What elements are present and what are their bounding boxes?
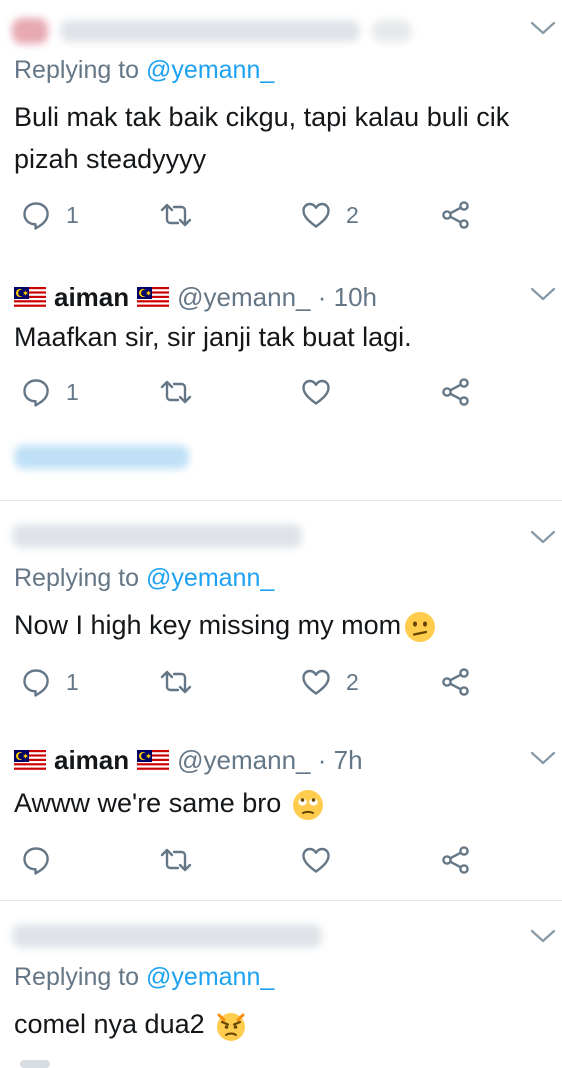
retweet-button[interactable] — [158, 844, 194, 876]
replying-to: Replying to @yemann_ — [14, 56, 274, 85]
share-button[interactable] — [440, 376, 472, 408]
partial-action-row — [20, 1060, 50, 1068]
angry-face-emoji-icon — [217, 1012, 246, 1041]
retweet-icon — [158, 376, 194, 408]
blurred-author-name — [60, 20, 360, 42]
blurred-author-name — [12, 524, 302, 548]
share-button[interactable] — [440, 666, 472, 698]
reply-count: 1 — [66, 201, 79, 228]
tweet-text: Awww we're same bro — [14, 782, 325, 824]
replying-prefix: Replying to — [14, 963, 140, 991]
chevron-down-icon[interactable] — [530, 926, 556, 946]
reply-count: 1 — [66, 668, 79, 695]
retweet-button[interactable] — [158, 199, 194, 231]
retweet-icon — [158, 199, 194, 231]
like-button[interactable] — [300, 376, 332, 408]
like-count: 2 — [346, 668, 359, 695]
malaysia-flag-icon — [137, 287, 169, 309]
replying-handle-link[interactable]: @yemann_ — [146, 963, 274, 991]
like-count: 2 — [346, 201, 359, 228]
heart-icon — [300, 376, 332, 408]
replying-handle-link[interactable]: @yemann_ — [146, 564, 274, 592]
replying-prefix: Replying to — [14, 56, 140, 84]
malaysia-flag-icon — [14, 750, 46, 772]
reply-icon — [20, 844, 52, 876]
reply-button[interactable]: 1 — [20, 199, 79, 231]
reply-icon — [20, 666, 52, 698]
blurred-show-replies-link[interactable] — [14, 445, 189, 469]
chevron-down-icon[interactable] — [530, 527, 556, 547]
share-button[interactable] — [440, 844, 472, 876]
retweet-button[interactable] — [158, 376, 194, 408]
malaysia-flag-icon — [137, 750, 169, 772]
share-icon — [440, 376, 472, 408]
tweet-header: aiman @yemann_ · 10h — [14, 282, 377, 313]
author-name[interactable]: aiman — [54, 282, 129, 313]
tweet-text: Now I high key missing my mom — [14, 604, 437, 646]
share-icon — [440, 844, 472, 876]
reply-icon — [20, 376, 52, 408]
blurred-author-avatar — [12, 18, 48, 44]
retweet-icon — [158, 844, 194, 876]
tweet-text: Maafkan sir, sir janji tak buat lagi. — [14, 316, 412, 358]
reply-button[interactable]: 1 — [20, 666, 79, 698]
share-icon — [440, 666, 472, 698]
retweet-icon — [158, 666, 194, 698]
tweet-text-line-1: Maafkan sir, sir janji tak buat lagi. — [14, 322, 412, 352]
reply-button[interactable]: 1 — [20, 376, 79, 408]
tweet-text: Buli mak tak baik cikgu, tapi kalau buli… — [14, 96, 509, 180]
tweet-text-line-1: Buli mak tak baik cikgu, tapi kalau buli… — [14, 102, 510, 132]
share-icon — [440, 199, 472, 231]
eye-roll-emoji-icon — [292, 789, 323, 820]
heart-icon — [300, 844, 332, 876]
heart-icon — [300, 199, 332, 231]
replying-to: Replying to @yemann_ — [14, 963, 274, 992]
chevron-down-icon[interactable] — [530, 284, 556, 304]
chevron-down-icon[interactable] — [530, 18, 556, 38]
tweet-text-line-1: Now I high key missing my mom — [14, 610, 402, 640]
like-button[interactable] — [300, 844, 332, 876]
reply-button[interactable] — [20, 844, 52, 876]
like-button[interactable]: 2 — [300, 666, 359, 698]
share-button[interactable] — [440, 199, 472, 231]
confused-face-emoji-icon — [405, 611, 436, 642]
thread-divider — [0, 500, 562, 501]
tweet-text-line-1: Awww we're same bro — [14, 788, 282, 818]
author-handle-time: @yemann_ · 7h — [177, 745, 363, 775]
tweet-text-line-2: pizah steadyyyy — [14, 144, 207, 174]
tweet-header: aiman @yemann_ · 7h — [14, 745, 363, 776]
replying-prefix: Replying to — [14, 564, 140, 592]
tweet-text: comel nya dua2 — [14, 1003, 248, 1045]
blurred-timestamp — [372, 20, 412, 42]
replying-handle-link[interactable]: @yemann_ — [146, 56, 274, 84]
heart-icon — [300, 666, 332, 698]
author-handle-time: @yemann_ · 10h — [177, 282, 377, 312]
like-button[interactable]: 2 — [300, 199, 359, 231]
thread-divider — [0, 900, 562, 901]
reply-count: 1 — [66, 378, 79, 405]
retweet-button[interactable] — [158, 666, 194, 698]
chevron-down-icon[interactable] — [530, 748, 556, 768]
author-name[interactable]: aiman — [54, 745, 129, 776]
malaysia-flag-icon — [14, 287, 46, 309]
blurred-author-name — [12, 924, 322, 948]
replying-to: Replying to @yemann_ — [14, 564, 274, 593]
reply-icon — [20, 199, 52, 231]
tweet-text-line-1: comel nya dua2 — [14, 1009, 205, 1039]
